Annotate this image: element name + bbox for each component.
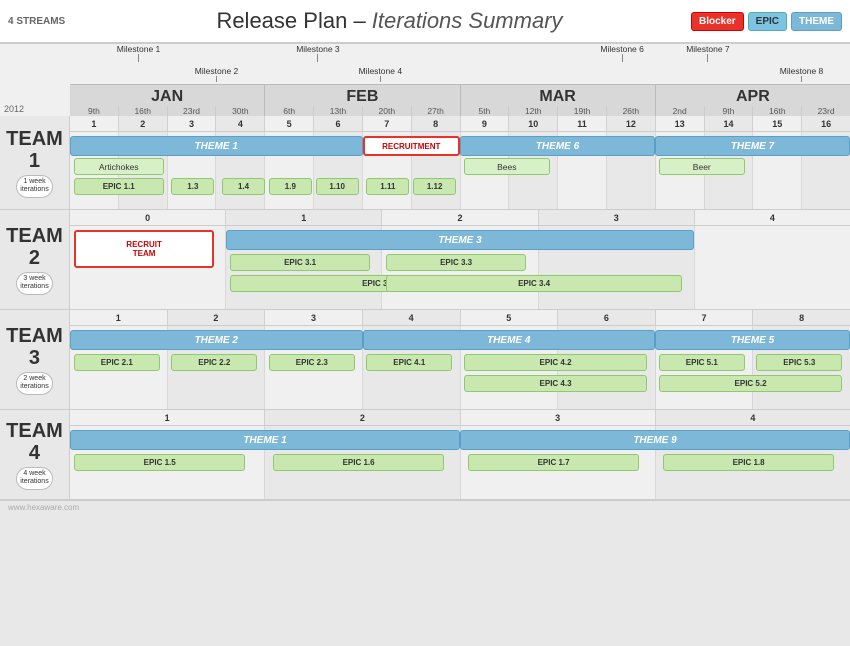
team1-epic111: 1.11 xyxy=(366,178,409,195)
page: 4 STREAMS Release Plan – Iterations Summ… xyxy=(0,0,850,646)
timeline-header: Milestone 1 Milestone 3 Milestone 6 Mile… xyxy=(0,44,850,116)
team4-label: TEAM4 4 weekiterations xyxy=(0,410,70,499)
month-apr: APR 2nd 9th 16th 23rd xyxy=(656,85,850,116)
team3-epic23: EPIC 2.3 xyxy=(269,354,355,371)
team1-bees: Bees xyxy=(464,158,550,175)
team1-theme7: THEME 7 xyxy=(655,136,850,156)
milestone-2: Milestone 2 xyxy=(195,66,238,82)
month-jan: JAN 9th 16th 23rd 30th xyxy=(70,85,265,116)
team2-grid: 0 1 2 3 4 RECRUITTEAM THEME 3 EPIC 3.1 E… xyxy=(70,210,850,309)
team2-epic31: EPIC 3.1 xyxy=(230,254,370,271)
team3-iter: 2 weekiterations xyxy=(16,372,52,395)
blocker-badge: Blocker xyxy=(691,12,744,31)
team1-epic110: 1.10 xyxy=(316,178,359,195)
team4-theme9: THEME 9 xyxy=(460,430,850,450)
team4-epic15: EPIC 1.5 xyxy=(74,454,246,471)
team1-artichokes: Artichokes xyxy=(74,158,164,175)
team3-epic43: EPIC 4.3 xyxy=(464,375,647,392)
milestone-1: Milestone 1 xyxy=(117,44,160,62)
theme-badge: THEME xyxy=(791,12,842,31)
team1-row: TEAM1 1 weekiterations 1 2 3 4 5 xyxy=(0,116,850,210)
team1-grid: 1 2 3 4 5 6 7 8 9 10 11 12 13 14 15 16 T… xyxy=(70,116,850,209)
team3-grid: 1 2 3 4 5 6 7 8 THEME 2 THEME 4 THEME 5 … xyxy=(70,310,850,409)
team3-epic52: EPIC 5.2 xyxy=(659,375,842,392)
team4-iter: 4 weekiterations xyxy=(16,467,52,490)
team3-epic41: EPIC 4.1 xyxy=(366,354,452,371)
streams-label: 4 STREAMS xyxy=(8,16,88,27)
year-label: 2012 xyxy=(4,104,24,114)
team2-label: TEAM2 3 weekiterations xyxy=(0,210,70,309)
team4-epic17: EPIC 1.7 xyxy=(468,454,640,471)
team4-epic16: EPIC 1.6 xyxy=(273,454,445,471)
team1-label: TEAM1 1 weekiterations xyxy=(0,116,70,209)
footer: www.hexaware.com xyxy=(0,500,850,514)
team3-epic22: EPIC 2.2 xyxy=(171,354,257,371)
team4-row: TEAM4 4 weekiterations 1 2 3 4 THEME 1 T… xyxy=(0,410,850,500)
month-mar: MAR 5th 12th 19th 26th xyxy=(461,85,656,116)
milestones-top-row: Milestone 1 Milestone 3 Milestone 6 Mile… xyxy=(70,44,850,66)
team3-epic51: EPIC 5.1 xyxy=(659,354,745,371)
team2-iter: 3 weekiterations xyxy=(16,272,52,295)
team1-epic112: 1.12 xyxy=(413,178,456,195)
team1-epic13: 1.3 xyxy=(171,178,214,195)
team3-theme2: THEME 2 xyxy=(70,330,363,350)
team3-epic53: EPIC 5.3 xyxy=(756,354,842,371)
month-feb: FEB 6th 13th 20th 27th xyxy=(265,85,460,116)
team2-epic33: EPIC 3.3 xyxy=(386,254,526,271)
team1-epic14: 1.4 xyxy=(222,178,265,195)
team4-grid: 1 2 3 4 THEME 1 THEME 9 EPIC 1.5 EPIC 1.… xyxy=(70,410,850,499)
team3-theme5: THEME 5 xyxy=(655,330,850,350)
team1-beer: Beer xyxy=(659,158,745,175)
team3-epic21: EPIC 2.1 xyxy=(74,354,160,371)
team3-epic42: EPIC 4.2 xyxy=(464,354,647,371)
milestone-8: Milestone 8 xyxy=(780,66,823,82)
team2-recruit: RECRUITTEAM xyxy=(74,230,214,268)
milestone-7: Milestone 7 xyxy=(686,44,729,62)
team2-epic34: EPIC 3.4 xyxy=(386,275,682,292)
team3-row: TEAM3 2 weekiterations 1 2 3 4 5 6 7 8 xyxy=(0,310,850,410)
team1-recruitment: RECRUITMENT xyxy=(363,136,461,156)
months-row: JAN 9th 16th 23rd 30th FEB 6th 13th 20th… xyxy=(70,84,850,116)
milestone-3: Milestone 3 xyxy=(296,44,339,62)
milestone-4: Milestone 4 xyxy=(359,66,402,82)
team1-theme1: THEME 1 xyxy=(70,136,363,156)
team1-epic19: 1.9 xyxy=(269,178,312,195)
team4-theme1: THEME 1 xyxy=(70,430,460,450)
epic-badge: EPIC xyxy=(748,12,787,31)
milestone-6: Milestone 6 xyxy=(600,44,643,62)
team3-theme4: THEME 4 xyxy=(363,330,656,350)
team4-epic18: EPIC 1.8 xyxy=(663,454,835,471)
page-title: Release Plan – Iterations Summary xyxy=(88,8,691,34)
team1-iter: 1 weekiterations xyxy=(16,175,52,198)
team1-theme6: THEME 6 xyxy=(460,136,655,156)
team2-row: TEAM2 3 weekiterations 0 1 2 3 4 RECRUIT… xyxy=(0,210,850,310)
team2-iter-nums: 0 1 2 3 4 xyxy=(70,210,850,226)
milestones-mid-row: Milestone 2 Milestone 4 Milestone 8 xyxy=(70,66,850,84)
team1-epic11: EPIC 1.1 xyxy=(74,178,164,195)
team1-iter-nums: 1 2 3 4 5 6 7 8 9 10 11 12 13 14 15 16 xyxy=(70,116,850,132)
legend-badges: Blocker EPIC THEME xyxy=(691,12,842,31)
team3-label: TEAM3 2 weekiterations xyxy=(0,310,70,409)
footer-url: www.hexaware.com xyxy=(8,503,79,512)
team2-theme3: THEME 3 xyxy=(226,230,694,250)
